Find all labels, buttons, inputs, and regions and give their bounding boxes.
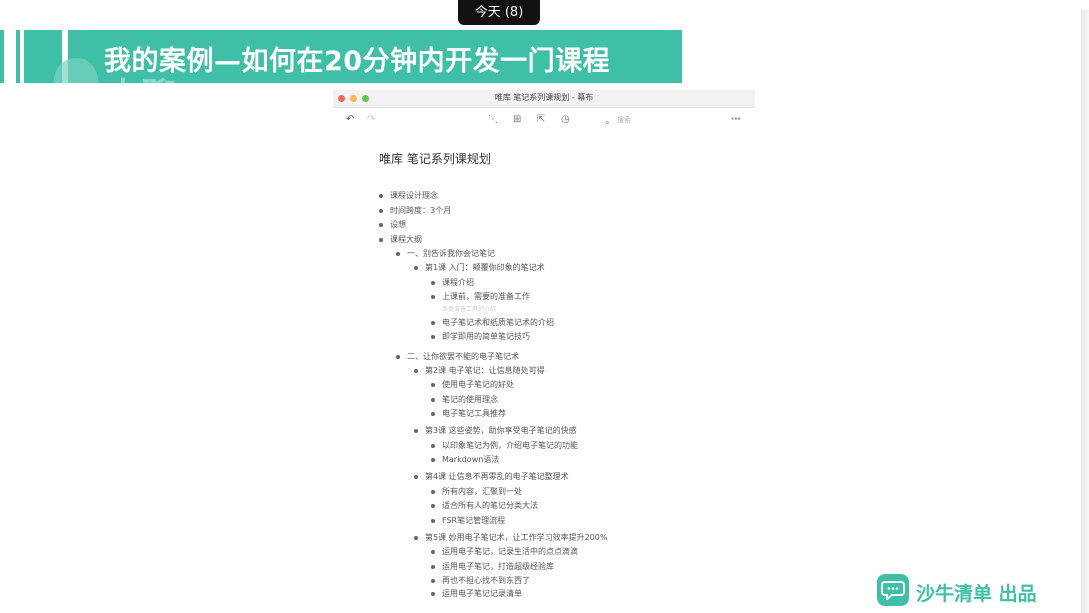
outline-item[interactable]: Markdown语法	[431, 455, 500, 465]
outline-item-text: 时间跨度：3个月	[390, 206, 452, 215]
bullet-dot-icon[interactable]	[431, 295, 435, 299]
bullet-dot-icon[interactable]	[379, 209, 383, 213]
logo-ghost-icon	[54, 58, 98, 83]
bullet-dot-icon[interactable]	[414, 266, 418, 270]
bullet-dot-icon[interactable]	[379, 238, 383, 242]
outline-item-text: 第5课 妙用电子笔记术，让工作学习效率提升200%	[425, 533, 608, 542]
outline-item[interactable]: 第3课 这些姿势，助你享受电子笔记的快感	[414, 426, 577, 436]
outline-item[interactable]: 即学即用的简单笔记技巧	[431, 332, 530, 342]
bullet-dot-icon[interactable]	[431, 444, 435, 448]
bullet-dot-icon[interactable]	[431, 321, 435, 325]
banner-stripe	[20, 30, 24, 83]
outline-item-text: 第1课 入门：颠覆你印象的笔记术	[425, 263, 545, 272]
bullet-dot-icon[interactable]	[431, 519, 435, 523]
outline-item-text: 电子笔记术和纸质笔记术的介绍	[442, 318, 554, 327]
outline-item[interactable]: 运用电子笔记，打造超级经验库	[431, 562, 554, 572]
notification-pill[interactable]: 今天 (8)	[458, 0, 540, 25]
bullet-dot-icon[interactable]	[396, 355, 400, 359]
bullet-dot-icon[interactable]	[431, 458, 435, 462]
right-edge-shadow	[1081, 10, 1089, 613]
outline-item-text: 适合所有人的笔记分类大法	[442, 501, 538, 510]
outline-item-text: 再也不担心找不到东西了	[442, 576, 530, 585]
bullet-dot-icon[interactable]	[431, 592, 435, 596]
outline-item-text: 第2课 电子笔记：让信息随处可得	[425, 366, 545, 375]
outline-item[interactable]: 上课前，需要的准备工作	[431, 292, 530, 302]
outline-item-text: FSR笔记管理流程	[442, 516, 506, 525]
outline-item[interactable]: 第5课 妙用电子笔记术，让工作学习效率提升200%	[414, 533, 608, 543]
outline-item-text: 所有内容，汇聚到一处	[442, 487, 522, 496]
bullet-dot-icon[interactable]	[431, 504, 435, 508]
outline-item[interactable]: 课程介绍	[431, 278, 474, 288]
outline-item-text: 运用电子笔记，记录生活中的点点滴滴	[442, 547, 578, 556]
outline-item-text: Markdown语法	[442, 455, 500, 464]
outline-item-text: 运用电子笔记，打造超级经验库	[442, 562, 554, 571]
outline-item-text: 一、别告诉我你会记笔记	[407, 249, 495, 258]
outline-item[interactable]: 第2课 电子笔记：让信息随处可得	[414, 366, 545, 376]
outline-item[interactable]: 所有内容，汇聚到一处	[431, 487, 522, 497]
outline-item[interactable]: 运用电子笔记，记录生活中的点点滴滴	[431, 547, 578, 557]
bullet-dot-icon[interactable]	[414, 369, 418, 373]
bullet-dot-icon[interactable]	[431, 412, 435, 416]
outline-item-text: 第3课 这些姿势，助你享受电子笔记的快感	[425, 426, 577, 435]
bullet-dot-icon[interactable]	[431, 281, 435, 285]
outline-item-text: 笔记的使用理念	[442, 395, 498, 404]
bullet-dot-icon[interactable]	[431, 565, 435, 569]
outline-note[interactable]: 各类准备工具的介绍	[442, 305, 496, 315]
outline-item-text: 电子笔记工具推荐	[442, 409, 506, 418]
outline-item[interactable]: 设想	[379, 220, 406, 230]
outline-item-text: 运用电子笔记记录清单	[442, 589, 522, 598]
outline-item-text: 各类准备工具的介绍	[442, 306, 497, 313]
outline-item[interactable]: 适合所有人的笔记分类大法	[431, 501, 538, 511]
outline-item-text: 课程设计理念	[390, 191, 438, 200]
bullet-dot-icon[interactable]	[431, 335, 435, 339]
outline-item-text: 使用电子笔记的好处	[442, 380, 514, 389]
outline-item[interactable]: 笔记的使用理念	[431, 395, 498, 405]
outline-item[interactable]: 电子笔记工具推荐	[431, 409, 506, 419]
bullet-dot-icon[interactable]	[431, 490, 435, 494]
outline-item[interactable]: 以印象笔记为例，介绍电子笔记的功能	[431, 441, 578, 451]
bullet-dot-icon[interactable]	[414, 536, 418, 540]
outline-item[interactable]: 使用电子笔记的好处	[431, 380, 514, 390]
outline-item-text: 第4课 让信息不再零乱的电子笔记整理术	[425, 472, 569, 481]
chat-bubble-icon	[877, 574, 909, 606]
outline-item-text: 上课前，需要的准备工作	[442, 292, 530, 301]
outline-item[interactable]: 第1课 入门：颠覆你印象的笔记术	[414, 263, 545, 273]
bullet-dot-icon[interactable]	[431, 398, 435, 402]
outline: 课程设计理念时间跨度：3个月 设想课程大纲一、别告诉我你会记笔记第1课 入门：颠覆…	[333, 90, 755, 613]
outline-item-text: 二、让你欲罢不能的电子笔记术	[407, 352, 519, 361]
bullet-dot-icon[interactable]	[396, 252, 400, 256]
bullet-dot-icon[interactable]	[414, 429, 418, 433]
outline-item-text: 课程介绍	[442, 278, 474, 287]
outline-item-text: 课程大纲	[390, 235, 422, 244]
banner-title: 我的案例—如何在20分钟内开发一门课程	[104, 46, 611, 77]
outline-item[interactable]: FSR笔记管理流程	[431, 516, 506, 526]
outline-item[interactable]: 电子笔记术和纸质笔记术的介绍	[431, 318, 554, 328]
bullet-dot-icon[interactable]	[379, 223, 383, 227]
brand-label: 沙牛清单 出品	[916, 583, 1037, 605]
bullet-dot-icon[interactable]	[414, 475, 418, 479]
bullet-dot-icon[interactable]	[379, 194, 383, 198]
outline-item[interactable]: 时间跨度：3个月	[379, 206, 452, 216]
outline-item[interactable]: 第4课 让信息不再零乱的电子笔记整理术	[414, 472, 569, 482]
outline-item[interactable]: 课程大纲	[379, 235, 422, 245]
bullet-dot-icon[interactable]	[431, 550, 435, 554]
app-window: 唯库 笔记系列课规划 - 幕布 ↶ ↷ ⋱ ⊞ ⇱ ◷ ⌕ 搜索 ⋯ 唯库 笔记…	[333, 90, 755, 613]
outline-item[interactable]: 课程设计理念	[379, 191, 438, 201]
outline-item-text: 以印象笔记为例，介绍电子笔记的功能	[442, 441, 578, 450]
bullet-dot-icon[interactable]	[431, 579, 435, 583]
bullet-dot-icon[interactable]	[431, 383, 435, 387]
outline-item-text: 即学即用的简单笔记技巧	[442, 332, 530, 341]
outline-item[interactable]: 运用电子笔记记录清单	[431, 589, 522, 599]
title-banner: 士聊 我的案例—如何在20分钟内开发一门课程	[0, 30, 682, 83]
brand-watermark: 沙牛清单 出品	[877, 574, 1037, 608]
outline-item[interactable]: 一、别告诉我你会记笔记	[396, 249, 495, 259]
outline-item[interactable]: 二、让你欲罢不能的电子笔记术	[396, 352, 519, 362]
outline-item[interactable]: 再也不担心找不到东西了	[431, 576, 530, 586]
outline-item-text: 设想	[390, 220, 406, 229]
banner-stripe	[4, 30, 16, 83]
